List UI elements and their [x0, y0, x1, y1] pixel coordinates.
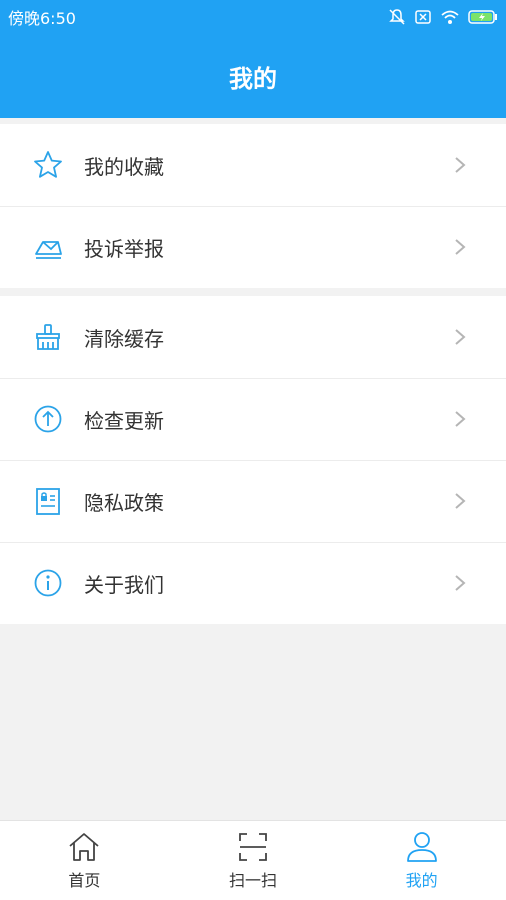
menu-item-complaint[interactable]: 投诉举报	[0, 206, 506, 288]
app-header: 我的	[0, 34, 506, 118]
menu-item-about[interactable]: 关于我们	[0, 542, 506, 624]
menu-item-check-update[interactable]: 检查更新	[0, 378, 506, 460]
tab-label: 扫一扫	[229, 870, 278, 890]
envelope-icon	[32, 231, 64, 263]
chevron-right-icon	[455, 575, 466, 591]
menu-item-privacy[interactable]: 隐私政策	[0, 460, 506, 542]
chevron-right-icon	[455, 411, 466, 427]
close-box-icon	[415, 10, 431, 24]
battery-charging-icon	[468, 10, 497, 24]
chevron-right-icon	[455, 239, 466, 255]
status-time: 傍晚6:50	[8, 9, 76, 28]
menu-item-label: 我的收藏	[84, 154, 164, 179]
privacy-doc-icon	[32, 485, 64, 517]
page-title: 我的	[229, 64, 277, 93]
menu-item-favorites[interactable]: 我的收藏	[0, 124, 506, 206]
bottom-tab-bar: 首页 扫一扫 我的	[0, 820, 506, 900]
status-icons	[388, 8, 498, 26]
menu-item-label: 隐私政策	[84, 490, 164, 515]
tab-mine[interactable]: 我的	[337, 821, 506, 900]
tab-label: 首页	[68, 870, 101, 890]
scan-icon	[239, 832, 267, 861]
menu-group-2: 清除缓存 检查更新 隐私政策 关于我们	[0, 296, 506, 624]
menu-item-clear-cache[interactable]: 清除缓存	[0, 296, 506, 378]
menu-item-label: 投诉举报	[84, 236, 164, 261]
wifi-icon	[441, 10, 459, 24]
user-icon	[406, 831, 437, 862]
arrow-up-circle-icon	[32, 403, 64, 435]
status-bar: 傍晚6:50	[0, 0, 506, 34]
tab-scan[interactable]: 扫一扫	[169, 821, 338, 900]
info-icon	[32, 567, 64, 599]
menu-group-1: 我的收藏 投诉举报	[0, 124, 506, 288]
star-icon	[32, 149, 64, 181]
menu-item-label: 检查更新	[84, 408, 164, 433]
tab-home[interactable]: 首页	[0, 821, 169, 900]
menu-item-label: 关于我们	[84, 572, 164, 597]
chevron-right-icon	[455, 493, 466, 509]
mute-icon	[389, 9, 405, 25]
home-icon	[69, 832, 99, 861]
chevron-right-icon	[455, 157, 466, 173]
menu-item-label: 清除缓存	[84, 326, 164, 351]
chevron-right-icon	[455, 329, 466, 345]
broom-icon	[32, 321, 64, 353]
tab-label: 我的	[405, 870, 438, 890]
